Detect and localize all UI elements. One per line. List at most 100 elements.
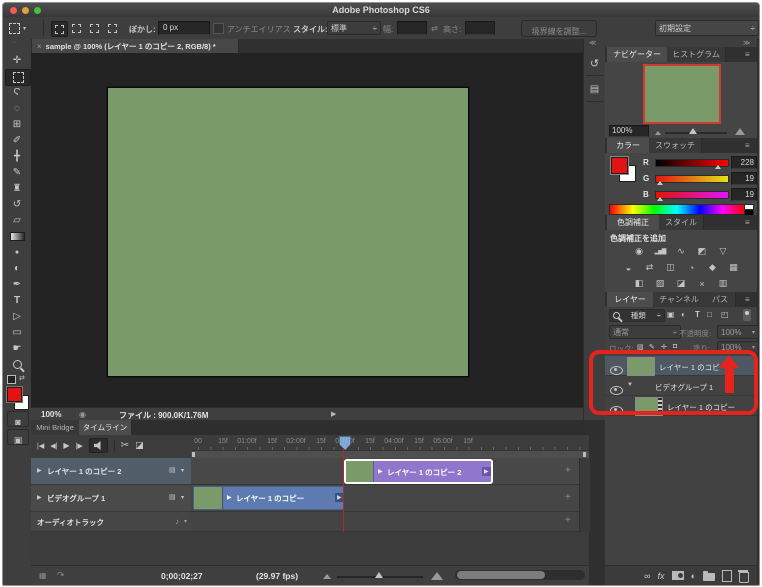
document-image[interactable] <box>107 87 469 377</box>
g-slider-thumb[interactable] <box>657 181 663 185</box>
threshold-icon[interactable]: ◪ <box>673 277 689 290</box>
render-export-icon[interactable]: ↷ <box>57 570 65 581</box>
timeline-scrollbar[interactable] <box>455 570 585 580</box>
link-dimensions-icon[interactable]: ⇄ <box>431 24 438 33</box>
default-colors-icon[interactable] <box>7 375 16 384</box>
brightness-contrast-icon[interactable]: ◉ <box>631 245 647 258</box>
track-disclosure-icon[interactable]: ▶ <box>37 467 42 474</box>
collapse-dock-icon[interactable]: ≪ <box>589 39 596 47</box>
transition-button[interactable]: ◪ <box>135 440 144 451</box>
curves-icon[interactable]: ∿ <box>673 245 689 258</box>
layer-style-button[interactable]: fx <box>658 571 665 581</box>
track-options-arrow[interactable]: ▾ <box>181 467 184 474</box>
antialias-checkbox[interactable] <box>213 23 224 34</box>
timeline-scrollbar-thumb[interactable] <box>457 571 545 579</box>
tab-swatches[interactable]: スウォッチ <box>649 138 702 153</box>
history-panel-button[interactable]: ↺ <box>586 53 603 76</box>
navigator-zoom-slider[interactable] <box>665 132 727 134</box>
color-menu-icon[interactable]: ≡ <box>745 141 750 150</box>
link-layers-button[interactable]: ∞ <box>644 571 650 581</box>
exposure-icon[interactable]: ◩ <box>694 245 710 258</box>
next-frame-button[interactable]: |▶ <box>76 442 83 450</box>
timeline-zoom-out-icon[interactable] <box>323 574 331 579</box>
clip-disclosure-icon[interactable]: ▶ <box>378 468 383 475</box>
gradient-tool[interactable] <box>5 229 29 244</box>
dodge-tool[interactable]: ◐ <box>5 261 29 276</box>
black-white-icon[interactable]: ◫ <box>663 261 679 274</box>
zoom-tool[interactable] <box>5 357 29 372</box>
lock-all-icon[interactable]: ◘ <box>673 343 677 350</box>
clip-disclosure-icon[interactable]: ▶ <box>227 494 232 501</box>
split-clip-button[interactable]: ✂ <box>121 440 129 451</box>
selection-mode-subtract-button[interactable] <box>87 21 102 35</box>
frame-flyout-icon[interactable]: ▦ <box>39 571 47 580</box>
shape-tool[interactable]: ▭ <box>5 325 29 340</box>
foreground-color-swatch[interactable] <box>7 387 22 402</box>
path-selection-tool[interactable]: ▷ <box>5 309 29 324</box>
tab-styles[interactable]: スタイル <box>659 215 704 230</box>
properties-panel-button[interactable]: ▤ <box>586 79 603 102</box>
track-header-audio[interactable]: オーディオトラック ♪ ▾ <box>31 512 191 532</box>
add-media-video2-button[interactable]: + <box>565 465 571 476</box>
rectangular-marquee-tool[interactable] <box>5 69 31 86</box>
foreground-swatch[interactable] <box>611 157 628 174</box>
r-slider-thumb[interactable] <box>715 165 721 169</box>
navigator-menu-icon[interactable]: ≡ <box>745 50 750 59</box>
play-button[interactable]: ▶ <box>63 441 69 450</box>
selection-mode-add-button[interactable] <box>69 21 84 35</box>
photo-filter-icon[interactable]: ◔ <box>684 261 700 274</box>
tab-layers[interactable]: レイヤー <box>607 292 654 307</box>
track-header-video2[interactable]: ▶ レイヤー 1 のコピー 2 ▤ ▾ <box>31 458 191 485</box>
posterize-icon[interactable]: ▨ <box>652 277 668 290</box>
brush-tool[interactable]: ✎ <box>5 165 29 180</box>
filter-adjustment-layers-icon[interactable]: ◐ <box>681 310 686 319</box>
refine-edge-button[interactable]: 境界線を調整... <box>521 20 597 37</box>
swap-colors-icon[interactable]: ⇄ <box>19 374 25 382</box>
layers-menu-icon[interactable]: ≡ <box>745 295 750 304</box>
screen-mode-button[interactable]: ▣ <box>7 429 29 445</box>
blur-tool[interactable]: ● <box>5 245 29 260</box>
tab-adjustments[interactable]: 色調補正 <box>607 215 660 230</box>
tab-navigator[interactable]: ナビゲーター <box>607 47 668 62</box>
quick-selection-tool[interactable]: ◌ <box>5 101 29 116</box>
workspace-dropdown[interactable]: 初期設定 ÷ <box>655 20 759 36</box>
tab-channels[interactable]: チャンネル <box>653 292 706 307</box>
clip-layer1-copy2[interactable]: ▶ レイヤー 1 のコピー 2 ▶ <box>344 459 493 484</box>
color-spectrum-bar[interactable] <box>609 204 745 215</box>
tab-paths[interactable]: パス <box>705 292 736 307</box>
hue-saturation-icon[interactable]: ◒ <box>621 261 637 274</box>
add-media-video1-button[interactable]: + <box>565 492 571 503</box>
timeline-ruler[interactable]: 00 15f 01:00f 15f 02:00f 15f 03:00f 15f … <box>191 435 589 451</box>
add-media-audio-button[interactable]: + <box>565 515 571 526</box>
navigator-zoom-field[interactable]: 100% <box>609 125 649 137</box>
go-first-frame-button[interactable]: |◀ <box>37 442 44 450</box>
clip-layer1-copy[interactable]: ▶ レイヤー 1 のコピー ▶ <box>193 486 344 510</box>
selection-mode-intersect-button[interactable] <box>105 21 120 35</box>
quick-mask-button[interactable]: ◙ <box>7 411 29 427</box>
eyedropper-tool[interactable]: ✐ <box>5 133 29 148</box>
blend-mode-dropdown[interactable]: 通常 ÷ <box>609 325 681 339</box>
track-lane-audio[interactable] <box>191 512 589 532</box>
hand-tool[interactable]: ☛ <box>5 341 29 356</box>
filter-type-layers-icon[interactable]: T <box>695 310 700 319</box>
previous-frame-button[interactable]: ◀| <box>50 442 57 450</box>
channel-mixer-icon[interactable]: ◆ <box>705 261 721 274</box>
timeline-zoom-thumb[interactable] <box>375 572 383 578</box>
filter-toggle-switch[interactable] <box>743 309 751 321</box>
filter-shape-layers-icon[interactable]: □ <box>707 310 712 319</box>
width-input[interactable] <box>397 21 427 35</box>
pen-tool[interactable]: ✒ <box>5 277 29 292</box>
move-tool[interactable]: ✛ <box>5 53 29 68</box>
b-value-field[interactable]: 19 <box>731 188 757 201</box>
tool-preset-picker[interactable]: ▾ <box>9 21 35 35</box>
timeline-zoom-slider[interactable] <box>337 576 423 578</box>
timeline-zoom-in-icon[interactable] <box>431 572 443 580</box>
tab-timeline[interactable]: タイムライン <box>79 420 132 435</box>
healing-brush-tool[interactable]: ╋ <box>5 149 29 164</box>
audio-options-icon[interactable]: ♪ <box>175 517 179 526</box>
zoom-level-field[interactable]: 100% <box>41 410 61 419</box>
feather-input[interactable]: 0 px <box>158 21 210 35</box>
tab-histogram[interactable]: ヒストグラム <box>667 47 726 62</box>
new-adjustment-layer-button[interactable]: ◐ <box>691 571 696 581</box>
eraser-tool[interactable]: ▱ <box>5 213 29 228</box>
